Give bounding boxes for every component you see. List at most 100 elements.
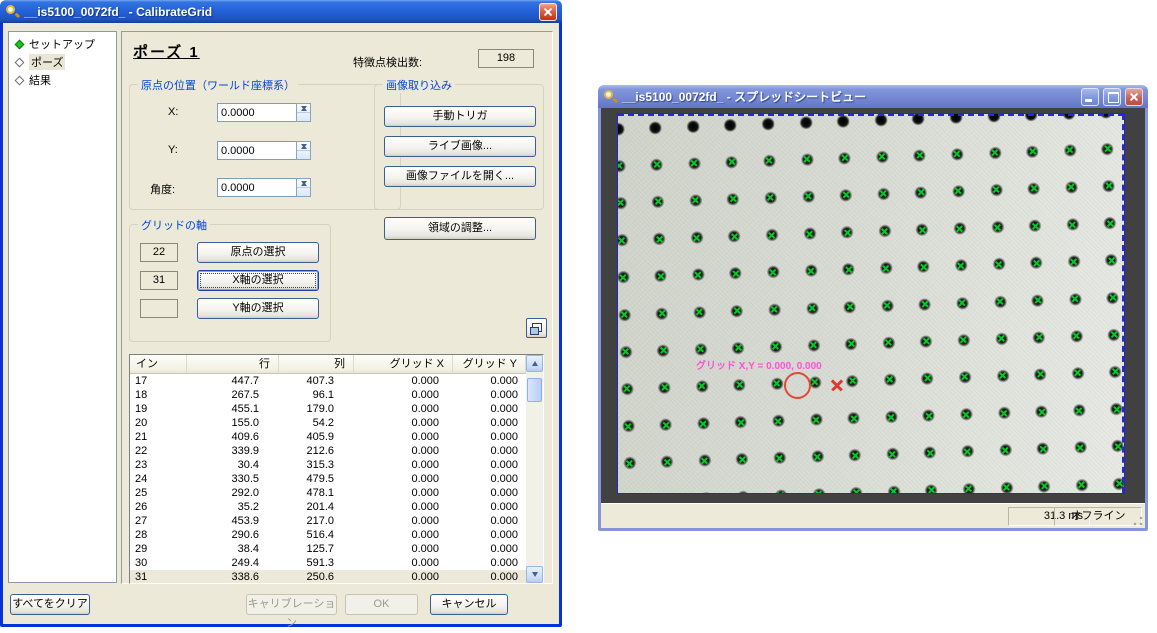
spreadsheet-title-bar[interactable]: __is5100_0072fd_ - スプレッドシートビュー [598, 85, 1148, 108]
table-row[interactable]: 30249.4591.30.0000.000 [130, 556, 526, 570]
grid-dot-found [697, 417, 710, 430]
table-cell: 0.000 [453, 542, 526, 556]
sidebar-item[interactable]: 結果 [9, 71, 116, 89]
calibration-grid-image[interactable]: グリッド X,Y = 0.000, 0.000 [617, 113, 1125, 494]
table-cell: 0.000 [453, 388, 526, 402]
spin-down-icon[interactable] [297, 179, 310, 188]
grid-dot-found [617, 196, 627, 209]
maximize-icon[interactable] [1103, 88, 1121, 106]
table-cell: 29 [130, 542, 187, 556]
window-title: __is5100_0072fd_ - CalibrateGrid [24, 5, 535, 19]
adjust-region-button[interactable]: 領域の調整... [384, 217, 536, 240]
manual-trigger-button[interactable]: 手動トリガ [384, 106, 536, 127]
table-row[interactable]: 24330.5479.50.0000.000 [130, 472, 526, 486]
table-cell: 409.6 [187, 430, 279, 444]
select-origin-button[interactable]: 原点の選択 [197, 242, 319, 263]
column-header-index[interactable]: インデ... [130, 355, 187, 374]
x-spinner[interactable] [296, 103, 311, 122]
grid-dot-found [991, 220, 1004, 233]
grid-dot-found [735, 453, 748, 466]
sidebar-item[interactable]: ポーズ [9, 53, 116, 71]
spin-down-icon[interactable] [297, 104, 310, 113]
cancel-button[interactable]: キャンセル [430, 594, 508, 615]
table-row[interactable]: 2330.4315.30.0000.000 [130, 458, 526, 472]
calibrate-title-bar[interactable]: __is5100_0072fd_ - CalibrateGrid [0, 0, 562, 23]
table-cell: 0.000 [354, 416, 453, 430]
scroll-up-icon[interactable] [526, 355, 543, 372]
table-row[interactable]: 22339.9212.60.0000.000 [130, 444, 526, 458]
table-row[interactable]: 2938.4125.70.0000.000 [130, 542, 526, 556]
column-header-grid-x[interactable]: グリッド X [354, 355, 453, 374]
table-row[interactable]: 25292.0478.10.0000.000 [130, 486, 526, 500]
close-icon[interactable] [539, 3, 557, 21]
grid-dot-found [725, 155, 738, 168]
table-row[interactable]: 2635.2201.40.0000.000 [130, 500, 526, 514]
scrollbar-thumb[interactable] [527, 378, 542, 402]
table-row[interactable]: 27453.9217.00.0000.000 [130, 514, 526, 528]
y-input[interactable] [217, 141, 297, 160]
table-cell: 249.4 [187, 556, 279, 570]
y-label: Y: [168, 144, 178, 156]
grid-dot-found [1027, 182, 1040, 195]
table-row[interactable]: 17447.7407.30.0000.000 [130, 374, 526, 388]
scroll-down-icon[interactable] [526, 566, 543, 583]
sidebar-item[interactable]: セットアップ [9, 35, 116, 53]
select-x-axis-button[interactable]: X軸の選択 [197, 270, 319, 291]
grid-dot-found [1036, 442, 1049, 455]
angle-input[interactable] [217, 178, 297, 197]
grid-dot-found [1028, 219, 1041, 232]
grid-dot-found [883, 373, 896, 386]
live-image-button[interactable]: ライブ画像... [384, 136, 536, 157]
table-cell: 516.4 [279, 528, 354, 542]
grid-dot-unmarked [649, 121, 662, 134]
app-magnifier-icon [603, 89, 618, 104]
grid-dot-found [1032, 331, 1045, 344]
table-row[interactable]: 19455.1179.00.0000.000 [130, 402, 526, 416]
sidebar-item-label: 結果 [29, 72, 51, 88]
table-row[interactable]: 20155.054.20.0000.000 [130, 416, 526, 430]
grid-dot-found [656, 344, 669, 357]
clear-all-button[interactable]: すべてをクリア [10, 594, 90, 615]
select-y-axis-button[interactable]: Y軸の選択 [197, 298, 319, 319]
grid-dot-found [623, 457, 636, 470]
close-icon[interactable] [1125, 88, 1143, 106]
popout-table-button[interactable] [526, 318, 547, 338]
angle-spinner[interactable] [296, 178, 311, 197]
grid-dot-found [1033, 368, 1046, 381]
grid-dot-found [1105, 254, 1118, 267]
y-spinner[interactable] [296, 141, 311, 160]
column-header-row[interactable]: 行 [187, 355, 279, 374]
grid-dot-found [654, 269, 667, 282]
grid-dot-found [726, 192, 739, 205]
grid-dot-unmarked [761, 117, 774, 130]
table-row[interactable]: 31338.6250.60.0000.000 [130, 570, 526, 583]
grid-dot-found [695, 380, 708, 393]
table-row[interactable]: 21409.6405.90.0000.000 [130, 430, 526, 444]
minimize-icon[interactable] [1081, 88, 1099, 106]
x-input[interactable] [217, 103, 297, 122]
column-header-col[interactable]: 列 [279, 355, 354, 374]
table-cell: 22 [130, 444, 187, 458]
grid-dot-found [958, 370, 971, 383]
grid-dot-found [1102, 179, 1115, 192]
table-row[interactable]: 28290.6516.40.0000.000 [130, 528, 526, 542]
column-header-grid-y[interactable]: グリッド Y [453, 355, 526, 374]
resize-grip[interactable] [1132, 515, 1144, 527]
grid-dot-found [956, 296, 969, 309]
table-cell: 0.000 [354, 500, 453, 514]
table-cell: 479.5 [279, 472, 354, 486]
table-cell: 28 [130, 528, 187, 542]
vertical-scrollbar[interactable] [526, 355, 543, 583]
grid-dot-found [993, 295, 1006, 308]
spin-down-icon[interactable] [297, 142, 310, 151]
table-cell: 21 [130, 430, 187, 444]
sidebar-item-label: ポーズ [29, 54, 65, 70]
pose-panel: ポーズ 1 特徴点検出数: 198 原点の位置（ワールド座標系） X: Y: 角… [121, 31, 553, 584]
open-image-file-button[interactable]: 画像ファイルを開く... [384, 166, 536, 187]
table-cell: 18 [130, 388, 187, 402]
table-cell: 38.4 [187, 542, 279, 556]
table-row[interactable]: 18267.596.10.0000.000 [130, 388, 526, 402]
setup-list[interactable]: セットアップポーズ結果 [8, 31, 117, 583]
grid-dot-found [846, 374, 859, 387]
grid-dot-found [838, 151, 851, 164]
